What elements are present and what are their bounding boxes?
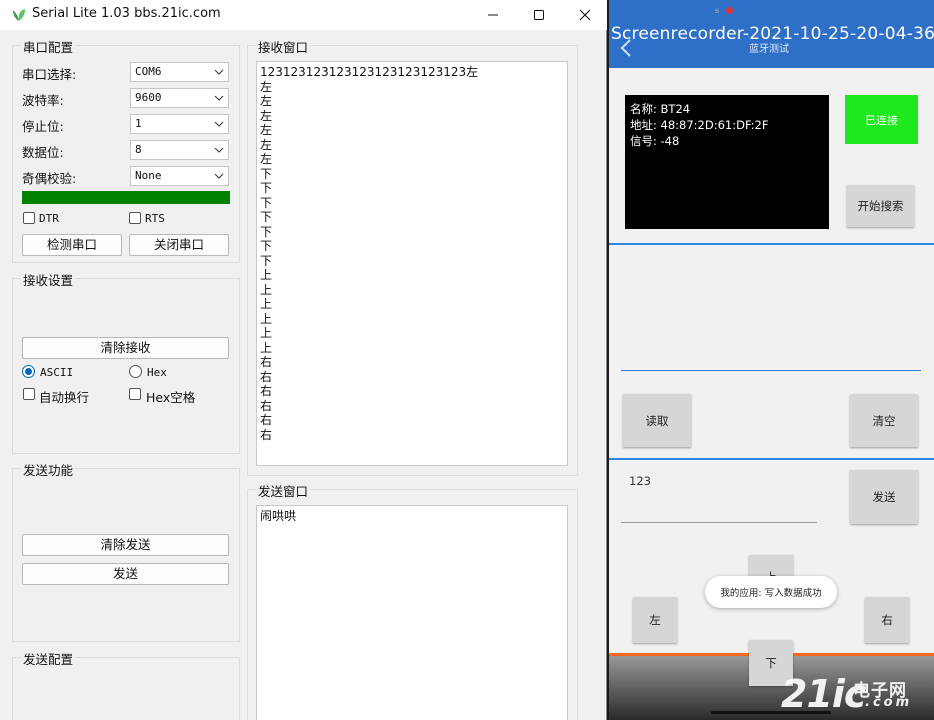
rts-label: RTS (145, 212, 165, 225)
maximize-button[interactable] (516, 0, 562, 30)
port-status-bar (22, 191, 230, 204)
chevron-down-icon (214, 147, 224, 153)
divider (609, 458, 934, 460)
clear-button[interactable]: 清空 (850, 394, 918, 447)
send-config-group: 发送配置 (12, 649, 240, 720)
device-name: 名称: BT24 (630, 102, 691, 116)
chevron-down-icon (214, 121, 224, 127)
baud-value: 9600 (135, 91, 162, 104)
serial-lite-window: Serial Lite 1.03 bbs.21ic.com 串口配置 串口选择:… (0, 0, 607, 720)
group-title: 串口配置 (21, 37, 76, 56)
right-button[interactable]: 右 (865, 597, 909, 643)
group-title: 接收窗口 (256, 37, 311, 56)
close-port-button[interactable]: 关闭串口 (129, 234, 229, 256)
send-input-value: 123 (629, 474, 651, 488)
databits-select[interactable]: 8 (130, 140, 229, 160)
port-label: 串口选择: (22, 67, 77, 82)
clear-send-button[interactable]: 清除发送 (22, 534, 229, 556)
send-button[interactable]: 发送 (22, 563, 229, 585)
group-title: 接收设置 (21, 270, 76, 289)
group-title: 发送配置 (21, 649, 76, 668)
rts-checkbox[interactable] (129, 212, 141, 224)
databits-value: 8 (135, 143, 142, 156)
parity-label: 奇偶校验: (22, 171, 77, 186)
close-button[interactable] (562, 0, 608, 30)
ascii-radio[interactable] (22, 365, 35, 378)
send-input[interactable]: 123 (621, 470, 817, 523)
phone-send-button[interactable]: 发送 (850, 470, 918, 524)
stopbits-value: 1 (135, 117, 142, 130)
chevron-down-icon (214, 69, 224, 75)
databits-label: 数据位: (22, 145, 64, 160)
hexspace-label: Hex空格 (146, 390, 196, 405)
divider (609, 243, 934, 245)
leaf-logo-icon (13, 9, 25, 21)
group-title: 发送窗口 (256, 481, 311, 500)
maximize-icon (534, 10, 544, 20)
receive-display-area[interactable] (621, 249, 921, 371)
device-info-panel: 名称: BT24 地址: 48:87:2D:61:DF:2F 信号: -48 (625, 95, 829, 229)
close-icon (579, 9, 591, 21)
minimize-icon (488, 14, 498, 16)
left-button[interactable]: 左 (633, 597, 677, 643)
recording-filename: Screenrecorder-2021-10-25-20-04-36-75 (611, 24, 934, 44)
device-signal: 信号: -48 (630, 134, 680, 148)
connected-button[interactable]: 已连接 (845, 95, 918, 144)
clear-receive-button[interactable]: 清除接收 (22, 337, 229, 359)
window-title: Serial Lite 1.03 bbs.21ic.com (32, 6, 221, 21)
receive-textarea[interactable]: 123123123123123123123123123左 左 左 左 左 左 左… (256, 61, 568, 466)
read-button[interactable]: 读取 (623, 394, 691, 447)
toast-message: 我的应用: 写入数据成功 (705, 576, 837, 608)
device-address: 地址: 48:87:2D:61:DF:2F (630, 118, 769, 132)
parity-select[interactable]: None (130, 166, 229, 186)
port-select[interactable]: COM6 (130, 62, 229, 82)
21ic-watermark: 21ic 电子网 .com (781, 675, 909, 713)
chevron-down-icon (214, 95, 224, 101)
hexspace-checkbox[interactable] (129, 388, 141, 400)
stopbits-label: 停止位: (22, 119, 64, 134)
baud-select[interactable]: 9600 (130, 88, 229, 108)
hex-radio[interactable] (129, 365, 142, 378)
stopbits-select[interactable]: 1 (130, 114, 229, 134)
send-textarea[interactable]: 闹哄哄 (256, 505, 568, 720)
app-header: ᵴ 蓝牙测试 Screenrecorder-2021-10-25-20-04-3… (609, 0, 934, 68)
autowrap-checkbox[interactable] (23, 388, 35, 400)
hex-label: Hex (147, 366, 167, 379)
title-bar[interactable]: Serial Lite 1.03 bbs.21ic.com (0, 0, 607, 30)
detect-port-button[interactable]: 检测串口 (22, 234, 122, 256)
baud-label: 波特率: (22, 93, 64, 108)
minimize-button[interactable] (470, 0, 516, 30)
parity-value: None (135, 169, 162, 182)
ascii-label: ASCII (40, 366, 74, 379)
port-value: COM6 (135, 65, 162, 78)
phone-screen: ᵴ 蓝牙测试 Screenrecorder-2021-10-25-20-04-3… (609, 0, 934, 720)
group-title: 发送功能 (21, 460, 76, 479)
home-indicator[interactable] (711, 711, 831, 714)
chevron-down-icon (214, 173, 224, 179)
record-indicator-icon (726, 7, 733, 14)
status-bar-icons: ᵴ (715, 6, 719, 15)
autowrap-label: 自动换行 (39, 390, 90, 405)
start-search-button[interactable]: 开始搜索 (847, 185, 914, 227)
dtr-label: DTR (39, 212, 59, 225)
dtr-checkbox[interactable] (23, 212, 35, 224)
watermark-com: .com (865, 695, 913, 710)
